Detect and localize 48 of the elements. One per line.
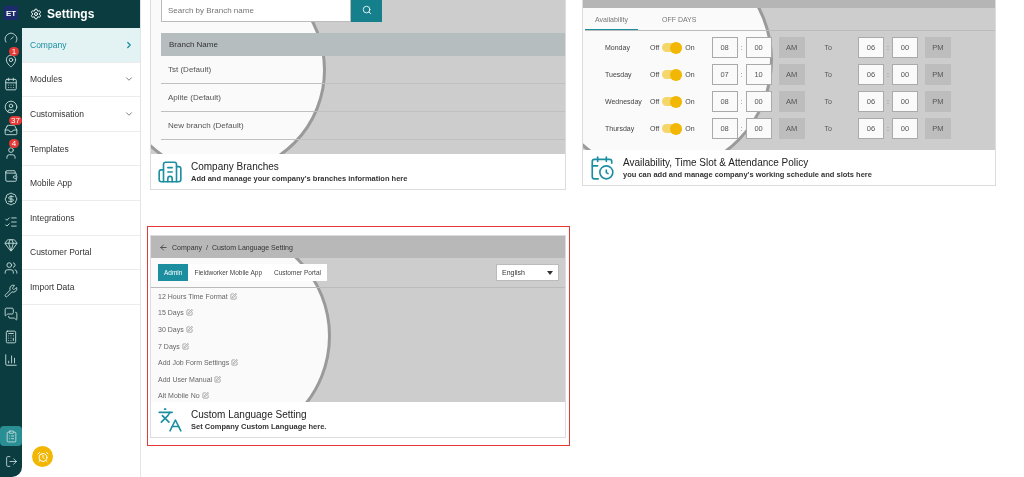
chart-icon[interactable] xyxy=(4,352,18,367)
settings-list-icon xyxy=(4,429,18,443)
column-header: Branch Name xyxy=(161,33,565,56)
calendar-icon[interactable] xyxy=(4,76,18,91)
app-logo: ET xyxy=(4,6,18,20)
settings-list-button[interactable] xyxy=(0,426,22,446)
list-icon[interactable] xyxy=(4,214,18,229)
caret-icon xyxy=(547,270,553,275)
table-cell: Tst (Default) xyxy=(161,56,565,84)
logout-icon xyxy=(4,454,18,468)
language-icon xyxy=(157,406,183,433)
table-cell: Aplite (Default) xyxy=(161,84,565,112)
card-title: Company Branches xyxy=(191,160,280,172)
sidebar-title: Settings xyxy=(47,7,95,21)
calculator-icon[interactable] xyxy=(4,329,18,344)
dollar-icon[interactable] xyxy=(4,191,18,206)
inbox-icon[interactable] xyxy=(4,122,18,137)
card-title: Availability, Time Slot & Attendance Policy xyxy=(623,156,810,168)
tools-icon[interactable] xyxy=(4,283,18,298)
back-arrow-icon[interactable] xyxy=(159,242,168,252)
toggle-switch[interactable] xyxy=(662,43,683,52)
settings-card[interactable] xyxy=(582,0,996,186)
gear-icon xyxy=(30,8,42,20)
gauge-icon[interactable] xyxy=(4,30,18,45)
availability-icon xyxy=(589,154,615,181)
count-badge: 37 xyxy=(9,115,22,125)
user-pin-icon[interactable] xyxy=(4,99,18,114)
card-title: Custom Language Setting xyxy=(191,408,308,420)
table-cell: New branch (Default) xyxy=(161,112,565,140)
user-icon[interactable] xyxy=(4,145,18,160)
chevron-down-icon xyxy=(124,109,134,119)
users-icon[interactable] xyxy=(4,260,18,275)
alarm-clock-icon xyxy=(36,450,49,463)
sidebar-item[interactable]: Company xyxy=(22,28,140,63)
branches-icon xyxy=(157,158,183,185)
pin-icon[interactable] xyxy=(4,53,18,68)
count-badge: 4 xyxy=(9,138,19,148)
toggle-switch[interactable] xyxy=(662,97,683,106)
search-icon xyxy=(361,5,372,15)
search-field[interactable]: Search by Branch name xyxy=(161,0,351,22)
toggle-switch[interactable] xyxy=(662,124,683,133)
chat-icon[interactable] xyxy=(4,306,18,321)
wallet-icon[interactable] xyxy=(4,168,18,183)
gem-icon[interactable] xyxy=(4,237,18,252)
toggle-switch[interactable] xyxy=(662,70,683,79)
count-badge: 1 xyxy=(9,46,19,56)
chevron-right-icon xyxy=(124,39,134,50)
search-button[interactable] xyxy=(351,0,382,22)
